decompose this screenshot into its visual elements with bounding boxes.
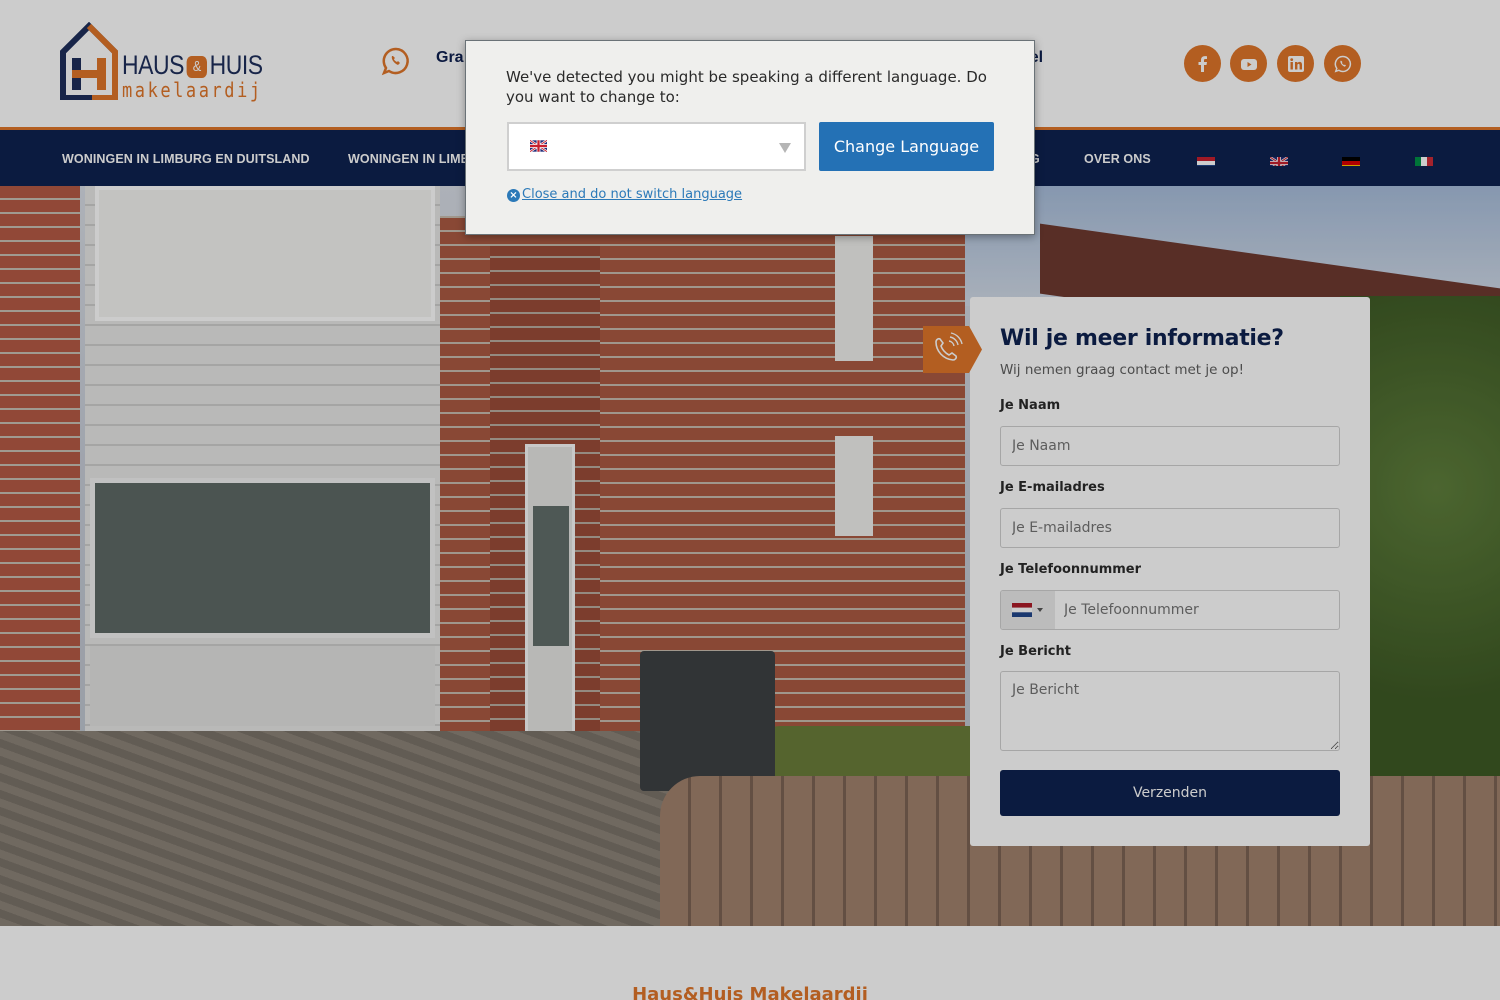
change-language-button[interactable]: Change Language — [819, 122, 994, 171]
language-select[interactable] — [507, 122, 806, 171]
language-switch-modal: We've detected you might be speaking a d… — [465, 40, 1035, 235]
close-link-label: Close and do not switch language — [522, 186, 743, 202]
language-detection-message: We've detected you might be speaking a d… — [506, 68, 987, 106]
flag-uk-icon — [530, 140, 547, 152]
dropdown-arrow-icon — [779, 143, 791, 153]
close-circle-icon: × — [507, 189, 520, 202]
close-no-switch-link[interactable]: × Close and do not switch language — [507, 186, 742, 202]
